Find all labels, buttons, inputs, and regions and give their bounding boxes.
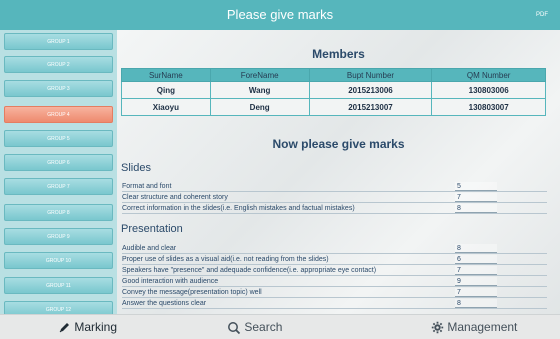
sidebar-item-group-11[interactable]: GROUP 11	[4, 277, 113, 294]
sidebar-item-group-3[interactable]: GROUP 3	[4, 80, 113, 97]
criterion-label: Format and font	[122, 183, 172, 190]
sidebar-item-group-8[interactable]: GROUP 8	[4, 204, 113, 221]
sidebar-item-group-9[interactable]: GROUP 9	[4, 228, 113, 245]
score-input[interactable]: 8	[455, 244, 497, 253]
table-cell: 2015213007	[308, 98, 433, 116]
slides-section-title: Slides	[121, 162, 151, 174]
sidebar-item-group-2[interactable]: GROUP 2	[4, 56, 113, 73]
nav-search-label: Search	[244, 320, 283, 334]
marks-heading: Now please give marks	[272, 137, 405, 151]
nav-management-label: Management	[447, 320, 518, 334]
criterion-label: Correct information in the slides(i.e. E…	[122, 205, 355, 212]
sidebar-item-group-5[interactable]: GROUP 5	[4, 130, 113, 147]
column-header: Bupt Number	[308, 68, 433, 82]
sidebar-item-group-4[interactable]: GROUP 4	[4, 106, 113, 123]
group-sidebar: GROUP 1 GROUP 2 GROUP 3 GROUP 4 GROUP 5 …	[0, 30, 117, 314]
score-input[interactable]: 9	[455, 277, 497, 286]
criterion-row: Clear structure and coherent story 7	[122, 193, 547, 203]
score-input[interactable]: 7	[455, 193, 497, 202]
table-cell: Deng	[209, 98, 310, 116]
criterion-label: Speakers have "presence" and adequade co…	[122, 267, 377, 274]
page-title: Please give marks	[226, 7, 334, 22]
sidebar-item-group-6[interactable]: GROUP 6	[4, 154, 113, 171]
table-cell: 2015213006	[308, 81, 433, 99]
score-input[interactable]: 7	[455, 266, 497, 275]
table-cell: 130803007	[431, 98, 546, 116]
sidebar-item-group-1[interactable]: GROUP 1	[4, 33, 113, 50]
nav-management[interactable]: Management	[431, 315, 517, 339]
marking-panel: Members SurName ForeName Bupt Number QM …	[117, 30, 560, 314]
score-input[interactable]: 6	[455, 255, 497, 264]
criterion-label: Convey the message(presentation topic) w…	[122, 289, 262, 296]
table-cell: 130803006	[431, 81, 546, 99]
criterion-label: Answer the questions clear	[122, 300, 207, 307]
gear-icon	[431, 320, 447, 334]
criterion-row: Audible and clear 8	[122, 244, 547, 254]
table-row: Qing Wang 2015213006 130803006	[121, 81, 546, 99]
score-input[interactable]: 5	[455, 182, 497, 191]
presentation-section-title: Presentation	[121, 223, 183, 235]
nav-marking[interactable]: Marking	[58, 315, 117, 339]
score-input[interactable]: 7	[455, 288, 497, 297]
column-header: ForeName	[209, 68, 310, 82]
bottom-navigation: Marking Search Management	[0, 314, 560, 339]
criterion-row: Convey the message(presentation topic) w…	[122, 288, 547, 298]
table-cell: Wang	[209, 81, 310, 99]
score-input[interactable]: 8	[455, 299, 497, 308]
criterion-label: Clear structure and coherent story	[122, 194, 228, 201]
pdf-button[interactable]: PDF	[536, 0, 548, 30]
app-header: Please give marks PDF	[0, 0, 560, 30]
nav-marking-label: Marking	[74, 320, 118, 334]
criterion-row: Proper use of slides as a visual aid(i.e…	[122, 255, 547, 265]
criterion-row: Correct information in the slides(i.e. E…	[122, 204, 547, 214]
criterion-label: Audible and clear	[122, 245, 177, 252]
members-heading: Members	[312, 47, 365, 61]
criterion-label: Good interaction with audience	[122, 278, 219, 285]
criterion-row: Format and font 5	[122, 182, 547, 192]
sidebar-item-group-12[interactable]: GROUP 12	[4, 301, 113, 314]
sidebar-item-group-7[interactable]: GROUP 7	[4, 178, 113, 195]
column-header: QM Number	[431, 68, 546, 82]
criterion-row: Good interaction with audience 9	[122, 277, 547, 287]
table-header-row: SurName ForeName Bupt Number QM Number	[121, 68, 546, 82]
criterion-row: Speakers have "presence" and adequade co…	[122, 266, 547, 276]
criterion-label: Proper use of slides as a visual aid(i.e…	[122, 256, 329, 263]
search-icon	[227, 320, 244, 334]
column-header: SurName	[121, 68, 211, 82]
pencil-icon	[58, 320, 74, 334]
score-input[interactable]: 8	[455, 204, 497, 213]
table-cell: Qing	[121, 81, 211, 99]
members-table: SurName ForeName Bupt Number QM Number Q…	[121, 68, 546, 116]
nav-search[interactable]: Search	[227, 315, 282, 339]
criterion-row: Answer the questions clear 8	[122, 299, 547, 309]
table-cell: Xiaoyu	[121, 98, 211, 116]
table-row: Xiaoyu Deng 2015213007 130803007	[121, 98, 546, 116]
sidebar-item-group-10[interactable]: GROUP 10	[4, 252, 113, 269]
